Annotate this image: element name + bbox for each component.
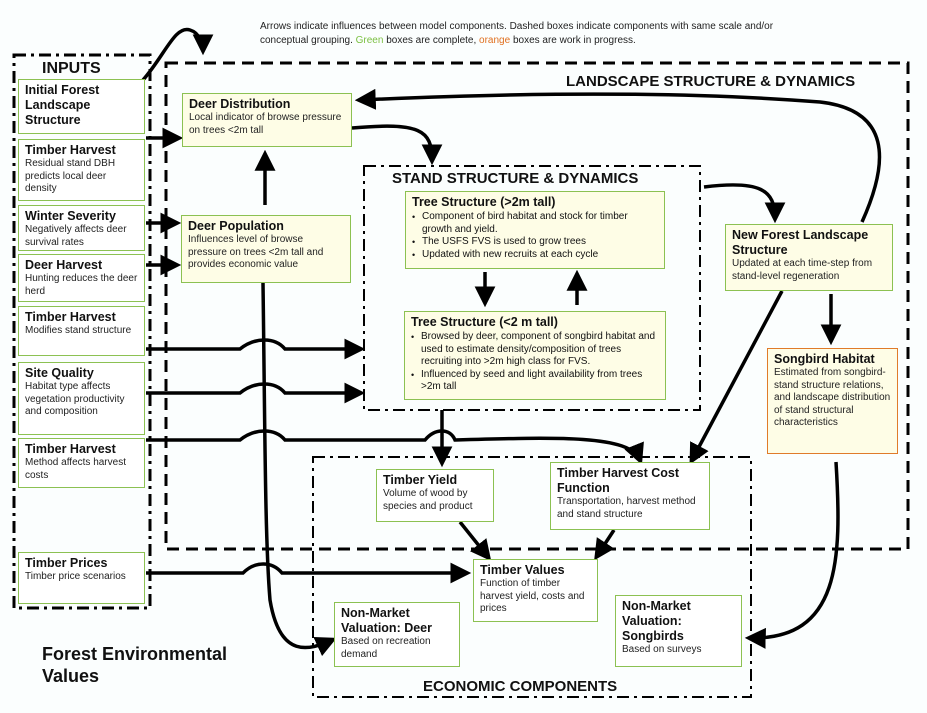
bullet-item: Component of bird habitat and stock for … [412,211,658,236]
new-forest-landscape-box[interactable]: New Forest Landscape Structure Updated a… [725,224,893,291]
bullet-list: Browsed by deer, component of songbird h… [411,331,659,394]
input-deer-harvest[interactable]: Deer Harvest Hunting reduces the deer he… [18,254,145,302]
box-title: Non-Market Valuation: Songbirds [622,599,691,643]
timber-yield-box[interactable]: Timber Yield Volume of wood by species a… [376,469,494,522]
deer-distribution-box[interactable]: Deer Distribution Local indicator of bro… [182,93,352,147]
stand-group-title: STAND STRUCTURE & DYNAMICS [392,170,639,187]
input-timber-harvest-dbh[interactable]: Timber Harvest Residual stand DBH predic… [18,139,145,201]
input-title: Initial Forest Landscape Structure [25,83,100,127]
box-desc: Transportation, harvest method and stand… [557,496,696,520]
bullet-item: Updated with new recruits at each cycle [412,249,658,262]
arrow-cost-to-values [594,529,616,561]
bullet-item: The USFS FVS is used to grow trees [412,236,658,249]
box-desc: Based on surveys [622,644,702,655]
input-desc: Hunting reduces the deer herd [25,273,138,297]
box-title: Songbird Habitat [774,352,875,366]
box-desc: Local indicator of browse pressure on tr… [189,112,342,136]
bullet-list: Component of bird habitat and stock for … [412,211,658,261]
box-title: New Forest Landscape Structure [732,228,869,257]
input-title: Timber Harvest [25,442,116,456]
box-title: Deer Population [188,219,284,233]
input-title: Timber Prices [25,556,108,570]
arrow-stand-to-new-forest [703,183,786,224]
input-site-quality[interactable]: Site Quality Habitat type affects vegeta… [18,362,145,435]
input-winter-severity[interactable]: Winter Severity Negatively affects deer … [18,205,145,251]
arrow-yield-to-values [458,520,492,562]
timber-harvest-cost-box[interactable]: Timber Harvest Cost Function Transportat… [550,462,710,530]
input-timber-harvest-method[interactable]: Timber Harvest Method affects harvest co… [18,438,145,488]
box-title: Deer Distribution [189,97,291,111]
box-desc: Based on recreation demand [341,636,431,660]
input-desc: Negatively affects deer survival rates [25,224,127,248]
box-title: Timber Yield [383,473,458,487]
nonmarket-songbirds-box[interactable]: Non-Market Valuation: Songbirds Based on… [615,595,742,667]
bullet-item: Browsed by deer, component of songbird h… [411,331,659,369]
songbird-habitat-box[interactable]: Songbird Habitat Estimated from songbird… [767,348,898,454]
landscape-group-title: LANDSCAPE STRUCTURE & DYNAMICS [566,73,856,90]
input-desc: Method affects harvest costs [25,457,126,481]
box-desc: Updated at each time-step from stand-lev… [732,258,873,282]
tree-structure-short-box[interactable]: Tree Structure (<2 m tall) Browsed by de… [404,311,666,400]
box-desc: Estimated from songbird-stand structure … [774,367,891,428]
arrow-harvest-to-stand [146,338,366,360]
deer-population-box[interactable]: Deer Population Influences level of brow… [181,215,351,283]
arrow-initial-to-landscape [141,27,214,82]
input-desc: Habitat type affects vegetation producti… [25,381,125,417]
arrow-deer-pop-to-nm-deer [261,282,337,657]
input-timber-harvest-stand[interactable]: Timber Harvest Modifies stand structure [18,306,145,356]
box-title: Timber Values [480,563,565,577]
box-title: Tree Structure (>2m tall) [412,195,556,209]
input-initial-forest[interactable]: Initial Forest Landscape Structure [18,79,145,134]
box-title: Non-Market Valuation: Deer [341,606,432,635]
box-desc: Volume of wood by species and product [383,488,473,512]
tree-structure-tall-box[interactable]: Tree Structure (>2m tall) Component of b… [405,191,665,269]
diagram-title: Forest Environmental Values [42,644,228,686]
bullet-item: Influenced by seed and light availabilit… [411,369,659,394]
box-title: Tree Structure (<2 m tall) [411,315,558,329]
input-title: Site Quality [25,366,94,380]
nonmarket-deer-box[interactable]: Non-Market Valuation: Deer Based on recr… [334,602,460,667]
input-title: Winter Severity [25,209,116,223]
economic-group-title: ECONOMIC COMPONENTS [423,678,618,695]
box-desc: Influences level of browse pressure on t… [188,234,324,270]
input-desc: Residual stand DBH predicts local deer d… [25,158,116,194]
timber-values-box[interactable]: Timber Values Function of timber harvest… [473,559,598,622]
input-title: Deer Harvest [25,258,103,272]
input-title: Timber Harvest [25,143,116,157]
inputs-group-title: INPUTS [42,60,101,77]
input-timber-prices[interactable]: Timber Prices Timber price scenarios [18,552,145,604]
arrow-deer-dist-to-stand [351,124,443,166]
arrow-prices-to-values [146,562,472,584]
input-desc: Modifies stand structure [25,325,132,336]
box-title: Timber Harvest Cost Function [557,466,680,495]
input-desc: Timber price scenarios [25,571,126,582]
arrow-method-to-cost [146,429,644,465]
box-desc: Function of timber harvest yield, costs … [480,578,585,614]
arrow-site-to-stand [146,382,366,404]
input-title: Timber Harvest [25,310,116,324]
